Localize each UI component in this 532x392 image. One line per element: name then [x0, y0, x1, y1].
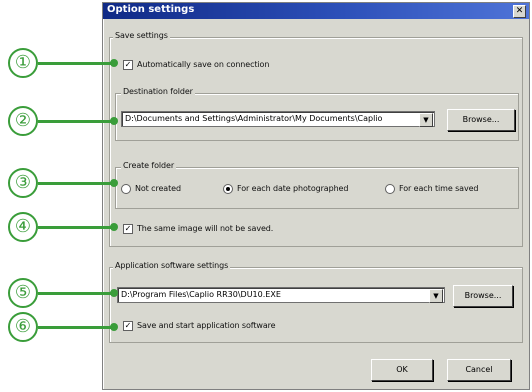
callout-5-line — [38, 292, 114, 295]
callout-6-line — [38, 326, 114, 329]
each-date-label: For each date photographed — [237, 184, 349, 193]
application-settings-label: Application software settings — [113, 261, 231, 270]
callout-2-line — [38, 120, 114, 123]
callout-3: ③ — [8, 168, 38, 198]
application-browse-button[interactable]: Browse... — [453, 285, 513, 307]
callout-6-dot — [110, 323, 118, 331]
destination-path-value: D:\Documents and Settings\Administrator\… — [125, 114, 383, 123]
destination-path-field[interactable]: D:\Documents and Settings\Administrator\… — [121, 111, 435, 127]
each-time-label: For each time saved — [399, 184, 479, 193]
dialog-title: Option settings — [107, 4, 195, 15]
close-icon[interactable]: ✕ — [513, 5, 526, 18]
callout-2: ② — [8, 106, 38, 136]
save-settings-label: Save settings — [113, 31, 170, 40]
start-app-label: Save and start application software — [137, 321, 276, 330]
same-image-label: The same image will not be saved. — [137, 224, 274, 233]
callout-4-dot — [110, 223, 118, 231]
callout-5: ⑤ — [8, 278, 38, 308]
destination-browse-button[interactable]: Browse... — [447, 109, 515, 131]
auto-save-label: Automatically save on connection — [137, 60, 270, 69]
radio-not-created[interactable] — [121, 184, 131, 194]
callout-1-dot — [110, 59, 118, 67]
callout-1-line — [38, 62, 114, 65]
chevron-down-icon[interactable]: ▼ — [429, 289, 443, 303]
radio-each-time[interactable] — [385, 184, 395, 194]
callout-3-dot — [110, 179, 118, 187]
not-created-label: Not created — [135, 184, 181, 193]
callout-3-line — [38, 182, 114, 185]
callout-5-dot — [110, 289, 118, 297]
callout-1: ① — [8, 48, 38, 78]
application-path-field[interactable]: D:\Program Files\Caplio RR30\DU10.EXE ▼ — [117, 287, 445, 303]
callout-6: ⑥ — [8, 312, 38, 342]
callout-4: ④ — [8, 212, 38, 242]
ok-button[interactable]: OK — [371, 359, 433, 381]
create-folder-label: Create folder — [121, 161, 177, 170]
callout-2-dot — [110, 117, 118, 125]
start-app-checkbox[interactable]: ✓ — [123, 321, 133, 331]
callout-4-line — [38, 226, 114, 229]
option-settings-dialog: Option settings ✕ Save settings ✓ Automa… — [102, 2, 530, 390]
radio-each-date[interactable] — [223, 184, 233, 194]
destination-folder-label: Destination folder — [121, 87, 195, 96]
title-bar[interactable]: Option settings ✕ — [103, 3, 529, 19]
auto-save-checkbox[interactable]: ✓ — [123, 60, 133, 70]
cancel-button[interactable]: Cancel — [447, 359, 511, 381]
application-path-value: D:\Program Files\Caplio RR30\DU10.EXE — [121, 290, 281, 299]
chevron-down-icon[interactable]: ▼ — [419, 113, 433, 127]
same-image-checkbox[interactable]: ✓ — [123, 224, 133, 234]
